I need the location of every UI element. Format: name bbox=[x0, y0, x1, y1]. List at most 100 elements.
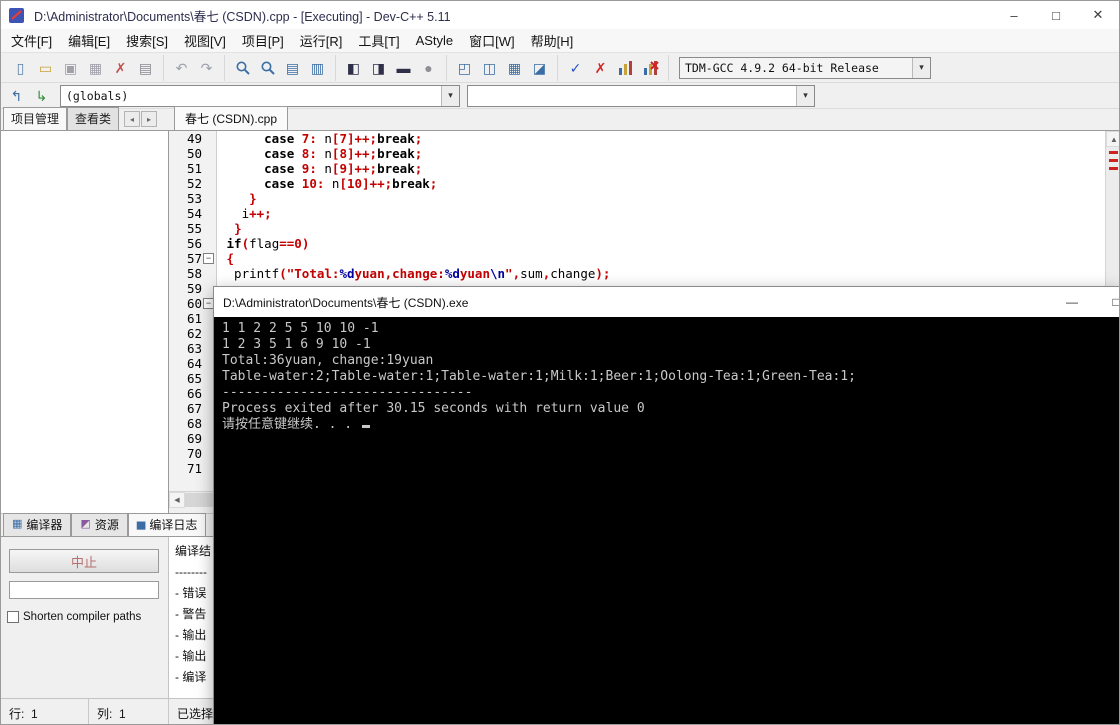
tab-scroll-left-icon[interactable]: ◂ bbox=[124, 111, 141, 127]
chevron-down-icon[interactable]: ▾ bbox=[796, 85, 814, 106]
line-number[interactable]: 61 bbox=[169, 311, 216, 326]
line-number[interactable]: 58 bbox=[169, 266, 216, 281]
menu-item-3[interactable]: 搜索[S] bbox=[118, 28, 176, 53]
line-number[interactable]: 64 bbox=[169, 356, 216, 371]
line-number[interactable]: 66 bbox=[169, 386, 216, 401]
editor-tab-file[interactable]: 春七 (CSDN).cpp bbox=[174, 106, 289, 130]
delete-profile-icon[interactable] bbox=[638, 56, 663, 80]
code-line-57[interactable]: { bbox=[219, 251, 1105, 266]
shorten-paths-row[interactable]: Shorten compiler paths bbox=[7, 611, 141, 623]
print-icon[interactable]: ▤ bbox=[133, 56, 158, 80]
code-line-53[interactable]: } bbox=[219, 191, 1105, 206]
member-select[interactable]: ▾ bbox=[467, 84, 815, 107]
chevron-down-icon[interactable]: ▾ bbox=[441, 85, 459, 106]
line-number[interactable]: 52 bbox=[169, 176, 216, 191]
new-source-icon[interactable]: ▯ bbox=[8, 56, 33, 80]
console-minimize-button[interactable]: — bbox=[1050, 287, 1094, 317]
line-number[interactable]: 55 bbox=[169, 221, 216, 236]
line-number[interactable]: 53 bbox=[169, 191, 216, 206]
menu-item-1[interactable]: 文件[F] bbox=[3, 28, 60, 53]
project-options-icon[interactable]: ▦ bbox=[502, 56, 527, 80]
chevron-down-icon[interactable]: ▾ bbox=[912, 57, 930, 78]
title-bar: D:\Administrator\Documents\春七 (CSDN).cpp… bbox=[1, 1, 1119, 29]
line-number[interactable]: 50 bbox=[169, 146, 216, 161]
compile-run-icon[interactable]: ▬ bbox=[391, 56, 416, 80]
line-number[interactable]: 59 bbox=[169, 281, 216, 296]
console-window[interactable]: D:\Administrator\Documents\春七 (CSDN).exe… bbox=[213, 286, 1119, 724]
run-icon[interactable]: ◨ bbox=[366, 56, 391, 80]
line-number[interactable]: 70 bbox=[169, 446, 216, 461]
tab-class-browser[interactable]: 查看类 bbox=[67, 107, 120, 130]
scroll-left-icon[interactable]: ◀ bbox=[169, 492, 185, 508]
code-line-51[interactable]: case 9: n[9]++;break; bbox=[219, 161, 1105, 176]
app-icon[interactable] bbox=[9, 7, 27, 23]
code-line-54[interactable]: i++; bbox=[219, 206, 1105, 221]
console-maximize-button[interactable]: □ bbox=[1094, 287, 1119, 317]
menu-item-5[interactable]: 项目[P] bbox=[234, 28, 292, 53]
incremental-search-icon[interactable]: ▥ bbox=[305, 56, 330, 80]
editor-gutter[interactable]: 49 50 51 52 53 54 55 56 57−58 59 60−61 62 63 64 65 66 67… bbox=[169, 131, 217, 491]
goto-declaration-icon[interactable]: ↰ bbox=[4, 84, 29, 108]
tab-compile-log-icon: ▅ bbox=[136, 518, 146, 530]
line-number[interactable]: 51 bbox=[169, 161, 216, 176]
minimize-button[interactable]: – bbox=[993, 1, 1035, 29]
code-line-49[interactable]: case 7: n[7]++;break; bbox=[219, 131, 1105, 146]
syntax-check-icon[interactable]: ✓ bbox=[563, 56, 588, 80]
goto-definition-icon[interactable]: ↳ bbox=[29, 84, 54, 108]
profile-icon[interactable] bbox=[613, 56, 638, 80]
line-number[interactable]: 67 bbox=[169, 401, 216, 416]
menu-item-2[interactable]: 编辑[E] bbox=[60, 28, 118, 53]
tab-resources[interactable]: ◩ 资源 bbox=[71, 513, 128, 536]
find-icon[interactable] bbox=[230, 56, 255, 80]
code-line-52[interactable]: case 10: n[10]++;break; bbox=[219, 176, 1105, 191]
tab-compiler[interactable]: ▦ 编译器 bbox=[3, 513, 72, 536]
undo-icon[interactable]: ↶ bbox=[169, 56, 194, 80]
line-number[interactable]: 68 bbox=[169, 416, 216, 431]
menu-item-7[interactable]: 工具[T] bbox=[350, 28, 407, 53]
project-manager-panel[interactable] bbox=[1, 131, 169, 513]
close-button[interactable]: ✕ bbox=[1077, 1, 1119, 29]
compiler-select[interactable]: TDM-GCC 4.9.2 64-bit Release ▾ bbox=[679, 56, 931, 79]
close-file-icon[interactable]: ✗ bbox=[108, 56, 133, 80]
line-number[interactable]: 49 bbox=[169, 131, 216, 146]
line-number[interactable]: 56 bbox=[169, 236, 216, 251]
menu-item-4[interactable]: 视图[V] bbox=[176, 28, 234, 53]
debug-icon[interactable]: ● bbox=[416, 56, 441, 80]
maximize-button[interactable]: □ bbox=[1035, 1, 1077, 29]
console-title-bar[interactable]: D:\Administrator\Documents\春七 (CSDN).exe… bbox=[214, 287, 1119, 317]
fold-marker[interactable]: − bbox=[203, 253, 214, 264]
line-number[interactable]: 65 bbox=[169, 371, 216, 386]
code-line-50[interactable]: case 8: n[8]++;break; bbox=[219, 146, 1105, 161]
save-all-icon[interactable]: ▦ bbox=[83, 56, 108, 80]
goto-line-icon[interactable]: ▤ bbox=[280, 56, 305, 80]
scroll-up-icon[interactable]: ▲ bbox=[1106, 131, 1119, 147]
console-output[interactable]: 1 1 2 2 5 5 10 10 -1 1 2 3 5 1 6 9 10 -1 T… bbox=[214, 317, 1119, 724]
abort-button[interactable]: 中止 bbox=[9, 549, 159, 573]
line-number[interactable]: 71 bbox=[169, 461, 216, 476]
package-manager-icon[interactable]: ◪ bbox=[527, 56, 552, 80]
compile-icon[interactable]: ◧ bbox=[341, 56, 366, 80]
tab-project-manager[interactable]: 项目管理 bbox=[3, 107, 68, 130]
tab-scroll-right-icon[interactable]: ▸ bbox=[141, 111, 158, 127]
code-line-56[interactable]: if(flag==0) bbox=[219, 236, 1105, 251]
menu-item-8[interactable]: AStyle bbox=[408, 30, 462, 51]
code-line-55[interactable]: } bbox=[219, 221, 1105, 236]
line-number[interactable]: 69 bbox=[169, 431, 216, 446]
new-project-icon[interactable]: ◰ bbox=[452, 56, 477, 80]
globals-select[interactable]: (globals) ▾ bbox=[60, 84, 460, 107]
shorten-paths-checkbox[interactable] bbox=[7, 611, 19, 623]
tab-compile-log[interactable]: ▅ 编译日志 bbox=[127, 513, 207, 536]
line-number[interactable]: 54 bbox=[169, 206, 216, 221]
line-number[interactable]: 63 bbox=[169, 341, 216, 356]
menu-item-9[interactable]: 窗口[W] bbox=[461, 28, 523, 53]
line-number[interactable]: 62 bbox=[169, 326, 216, 341]
redo-icon[interactable]: ↷ bbox=[194, 56, 219, 80]
abort-compile-icon[interactable]: ✗ bbox=[588, 56, 613, 80]
open-project-icon[interactable]: ◫ bbox=[477, 56, 502, 80]
replace-icon[interactable] bbox=[255, 56, 280, 80]
code-line-58[interactable]: printf("Total:%dyuan,change:%dyuan\n",su… bbox=[219, 266, 1105, 281]
open-file-icon[interactable]: ▭ bbox=[33, 56, 58, 80]
menu-item-6[interactable]: 运行[R] bbox=[292, 28, 351, 53]
save-icon[interactable]: ▣ bbox=[58, 56, 83, 80]
menu-item-10[interactable]: 帮助[H] bbox=[523, 28, 582, 53]
